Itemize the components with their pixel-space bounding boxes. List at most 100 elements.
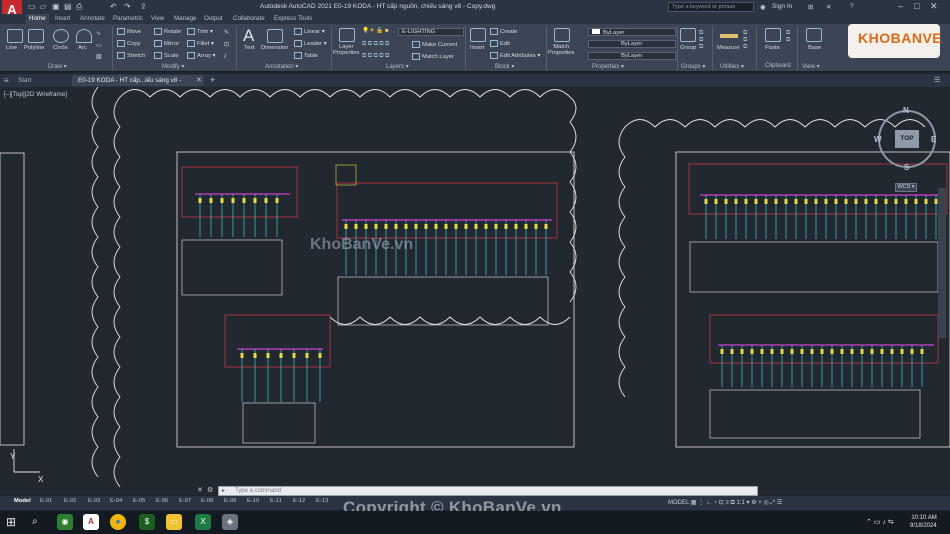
clipboard-panel-title[interactable]: Clipboard (765, 63, 791, 69)
tab-insert[interactable]: Insert (52, 14, 73, 24)
exchange-icon[interactable]: ✕ (826, 3, 831, 11)
share-icon[interactable]: ⇪ (140, 2, 147, 11)
layer-tools-icons-2[interactable]: ⧉ ⧉ ⧉ ⧉ ⧉ (362, 53, 389, 60)
close-tab-icon[interactable]: ✕ (196, 76, 202, 84)
tab-annotate[interactable]: Annotate (77, 14, 108, 24)
windows-start-icon[interactable]: ⊞ (6, 515, 16, 529)
measure-button[interactable]: Measure (717, 45, 740, 51)
group-button[interactable]: Group (680, 45, 696, 51)
plot-icon[interactable]: ⎙ (76, 2, 82, 12)
lineweight-icon[interactable]: ≡ (725, 500, 729, 506)
close-icon[interactable]: ✕ (930, 1, 938, 12)
layer-state-icons[interactable]: 💡☀ 🔓 ■ (362, 28, 388, 34)
properties-panel-title[interactable]: Properties ▾ (592, 63, 624, 70)
tab-home[interactable]: Home (26, 14, 49, 24)
measure-icon[interactable] (720, 34, 738, 38)
scale-button[interactable]: Scale (154, 52, 179, 59)
spline-icon[interactable]: ∿ (96, 31, 101, 37)
arc-icon[interactable] (76, 29, 92, 43)
fillet-button[interactable]: Fillet ▾ (187, 40, 214, 47)
edit-attributes-button[interactable]: Edit Attributes ▾ (490, 52, 540, 59)
line-icon[interactable] (7, 29, 23, 43)
wcs-menu[interactable]: WCS ▾ (895, 183, 917, 192)
base-view-button[interactable]: Base (808, 45, 821, 51)
layout-tab-e06[interactable]: E-06 (156, 498, 168, 504)
view-panel-title[interactable]: View ▾ (802, 63, 820, 70)
tab-collaborate[interactable]: Collaborate (230, 14, 268, 24)
annotation-scale[interactable]: 1:1 ▾ (737, 500, 750, 506)
search-taskbar-icon[interactable]: ⌕ (32, 516, 38, 527)
draw-panel-title[interactable]: Draw ▾ (48, 63, 67, 70)
user-icon[interactable]: ◉ (760, 3, 766, 11)
tab-parametric[interactable]: Parametric (110, 14, 146, 24)
compass-north[interactable]: N (903, 106, 909, 115)
erase-icon[interactable]: ✎ (224, 30, 229, 36)
ortho-icon[interactable]: ∟ (706, 500, 712, 506)
insert-icon[interactable] (470, 28, 486, 42)
undo-icon[interactable]: ↶ (110, 2, 117, 11)
sign-in-link[interactable]: Sign In (772, 3, 792, 10)
utility-tools-icons[interactable]: ⧉ ⧉ ⧉ (743, 30, 747, 51)
grid-icon[interactable]: ▦ (691, 500, 697, 506)
snap-icon[interactable]: ⋮ (698, 500, 704, 506)
paste-button[interactable]: Paste (765, 45, 780, 51)
dimension-button[interactable]: Dimension (261, 45, 288, 51)
cart-icon[interactable]: ⊞ (808, 3, 813, 11)
match-properties-icon[interactable] (554, 28, 570, 42)
polyline-icon[interactable] (28, 29, 44, 43)
copy-button[interactable]: Copy (117, 40, 141, 47)
base-view-icon[interactable] (806, 28, 822, 42)
new-tab-icon[interactable]: + (210, 75, 215, 85)
layers-panel-title[interactable]: Layers ▾ (386, 63, 409, 70)
group-icon[interactable] (680, 28, 696, 42)
rectangle-icon[interactable]: ▭ (96, 43, 101, 49)
fullscreen-icon[interactable]: ⤢ (770, 500, 775, 506)
linear-button[interactable]: Linear ▾ (294, 28, 325, 35)
layout-tab-e03[interactable]: E-03 (88, 498, 100, 504)
layout-tab-e02[interactable]: E-02 (64, 498, 76, 504)
plus-icon[interactable]: + (758, 500, 762, 506)
rotate-button[interactable]: Rotate (154, 28, 181, 35)
dimension-icon[interactable] (267, 29, 283, 43)
workspace-gear-icon[interactable]: ⚙ (751, 500, 756, 506)
layout-tab-e11[interactable]: E-11 (270, 498, 282, 504)
file-explorer-icon[interactable]: ▭ (166, 514, 182, 530)
move-button[interactable]: Move (117, 28, 141, 35)
layout-tab-e13[interactable]: E-13 (316, 498, 328, 504)
customize-icon[interactable]: ☰ (777, 500, 782, 506)
navigation-bar[interactable] (938, 188, 946, 338)
app-menu-icon[interactable]: ≡ (4, 76, 9, 85)
layer-properties-button[interactable]: Layer Properties (333, 44, 359, 56)
app-gray-icon[interactable]: ◈ (222, 514, 238, 530)
layout-tab-e04[interactable]: E-04 (110, 498, 122, 504)
autocad-taskbar-icon[interactable]: A (83, 514, 99, 530)
save-icon[interactable]: ▣ (52, 2, 60, 11)
polar-icon[interactable]: ◔ (713, 500, 717, 506)
clipboard-tools-icons[interactable]: ⧉ ⧉ (786, 30, 790, 44)
app-green-icon[interactable]: ◉ (57, 514, 73, 530)
table-button[interactable]: Table (294, 52, 318, 59)
annotation-panel-title[interactable]: Annotation ▾ (265, 63, 298, 70)
tray-icons[interactable]: ⌃ ▭ ♪ ⇆ (866, 518, 894, 526)
excel-icon[interactable]: X (195, 514, 211, 530)
viewcube-top-face[interactable]: TOP (895, 130, 919, 148)
arc-button[interactable]: Arc (78, 45, 87, 51)
isolate-icon[interactable]: ◎ (763, 500, 768, 506)
line-button[interactable]: Line (6, 45, 17, 51)
maximize-icon[interactable]: □ (914, 1, 919, 11)
layout-tab-e12[interactable]: E-12 (293, 498, 305, 504)
text-icon[interactable]: A (243, 26, 254, 46)
create-block-button[interactable]: Create (490, 28, 517, 35)
tab-express-tools[interactable]: Express Tools (271, 14, 315, 24)
trim-button[interactable]: Trim ▾ (187, 28, 213, 35)
layout-tab-e07[interactable]: E-07 (179, 498, 191, 504)
taskbar-clock[interactable]: 10:10 AM 9/18/2024 (910, 514, 937, 530)
layer-dropdown[interactable]: E-LIGHTING (398, 28, 464, 36)
compass-south[interactable]: S (904, 163, 909, 172)
close-command-icon[interactable]: ✕ (197, 486, 203, 494)
save-as-icon[interactable]: ▤ (64, 2, 72, 11)
redo-icon[interactable]: ↷ (124, 2, 131, 11)
paste-icon[interactable] (765, 28, 781, 42)
layer-tools-icons[interactable]: ⧉ ⧉ ⧉ ⧉ ⧉ (362, 41, 389, 48)
layout-tab-e01[interactable]: E-01 (40, 498, 52, 504)
